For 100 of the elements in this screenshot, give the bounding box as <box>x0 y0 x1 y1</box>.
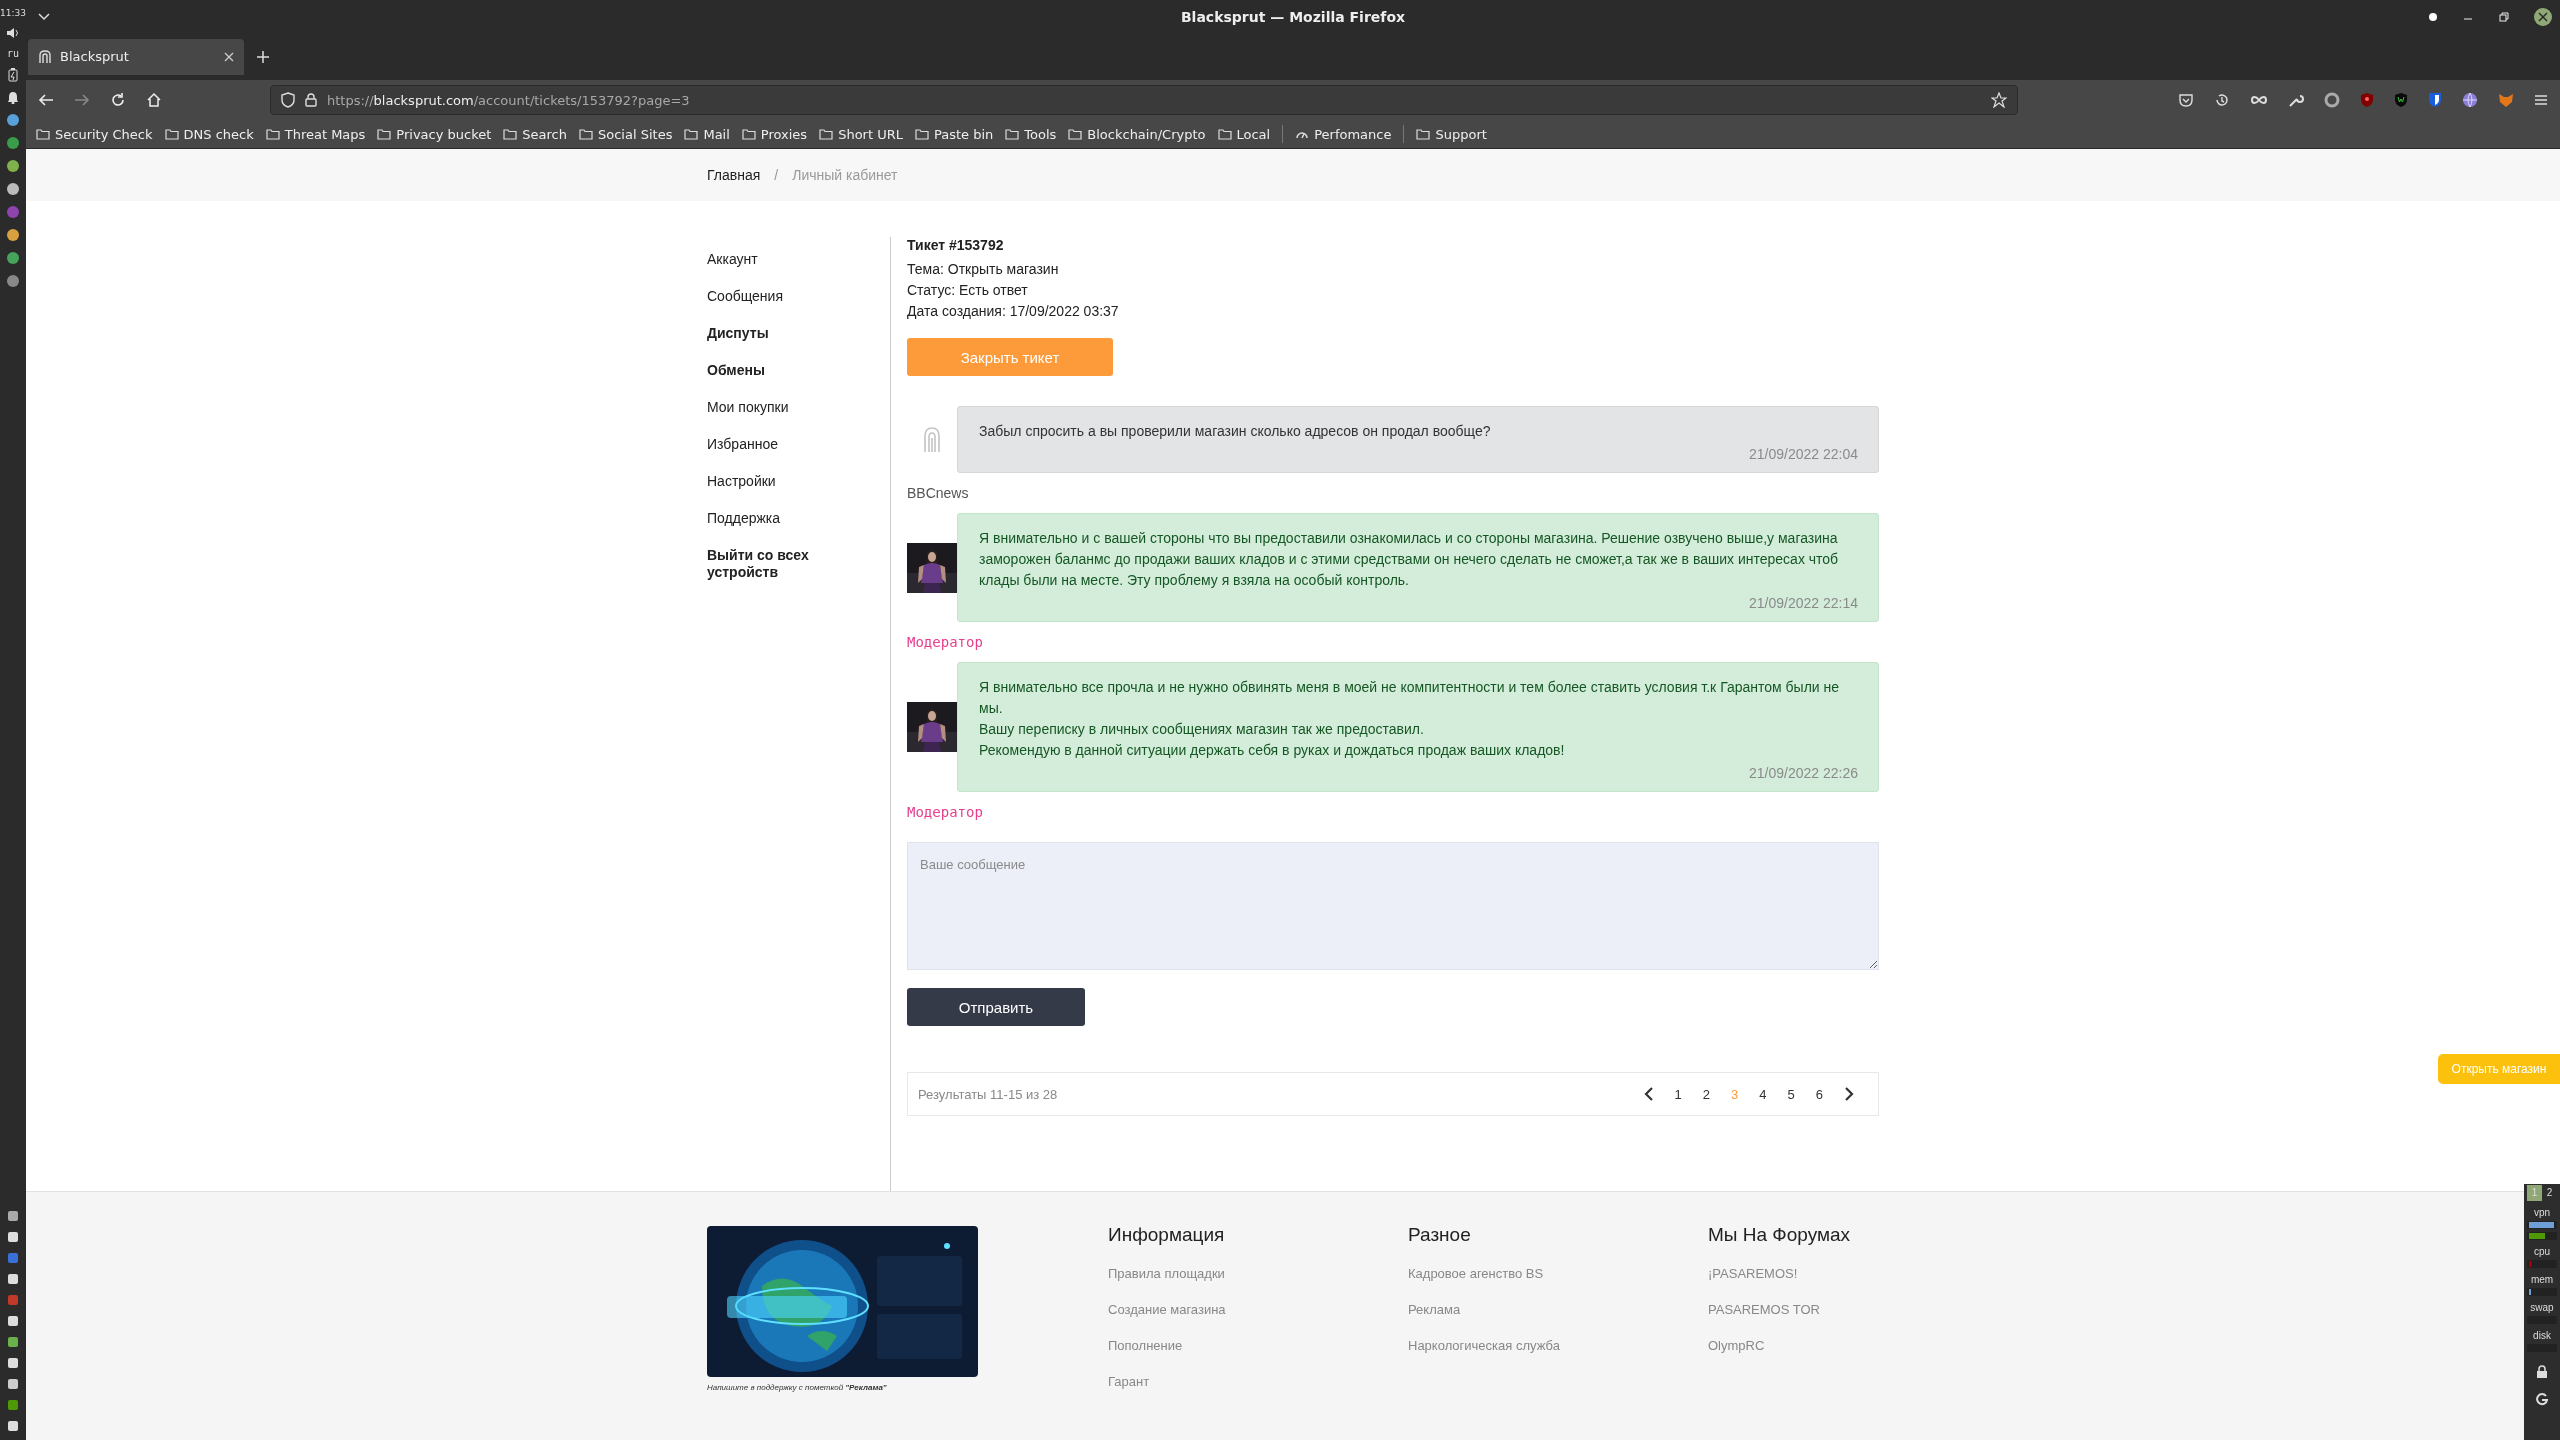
browser-tab[interactable]: Blacksprut <box>28 38 244 75</box>
close-icon[interactable] <box>2534 7 2552 26</box>
app-icon[interactable] <box>7 1210 19 1222</box>
app-icon[interactable] <box>7 1378 19 1390</box>
app-icon[interactable] <box>6 182 20 196</box>
folder-icon <box>684 128 699 140</box>
send-button[interactable]: Отправить <box>907 988 1085 1026</box>
meter-label: disk <box>2533 1330 2551 1341</box>
message-text: Я внимательно и с вашей стороны что вы предоставили ознакомилась и со стороны магазина. Решение озвучено выше,у магазина заморожен баланмс до продажи ваших кладов и с этими средствами он нечего сделать не сможет,а так же в ваших интересах чтоб клады были на месте. Эту проблему я взяла на особый контроль. <box>979 529 1840 590</box>
tab-title: Blacksprut <box>60 49 130 64</box>
sidebar-link[interactable]: Выйти со всех устройств <box>707 547 890 581</box>
sidebar-link[interactable]: Настройки <box>707 473 890 490</box>
back-arrow-icon[interactable] <box>38 93 54 107</box>
bookmark[interactable]: Blockchain/Crypto <box>1068 126 1206 142</box>
message-time: 21/09/2022 22:14 <box>1748 595 1858 611</box>
pocket-icon[interactable] <box>2178 92 2194 108</box>
page-link[interactable]: 1 <box>1674 1086 1682 1102</box>
banner-caption: Напишите в поддержку с пометкой "Реклама" <box>707 1383 888 1392</box>
message-input[interactable]: Ваше сообщение <box>907 842 1879 970</box>
app-icon[interactable] <box>6 159 20 173</box>
page-link[interactable]: 2 <box>1702 1086 1711 1102</box>
sidebar-link[interactable]: Поддержка <box>707 510 890 527</box>
bookmark[interactable]: Support <box>1416 126 1487 142</box>
bookmark[interactable]: Short URL <box>819 126 903 142</box>
page-link[interactable]: 4 <box>1759 1086 1767 1102</box>
folder-icon <box>503 128 518 140</box>
message-text: Я внимательно все прочла и не нужно обвинять меня в моей не компитентности и тем более ставить условия т.к Гарантом были не мы. Вашу переписку в личных сообщениях магазин так же предоставил. Рекомендую в данной ситуации держать себя в руках и дождаться продаж ваших кладов! <box>979 678 1841 760</box>
folder-icon <box>579 128 593 140</box>
chevron-down-icon[interactable] <box>38 12 50 21</box>
app-icon[interactable] <box>7 1357 19 1369</box>
star-icon[interactable] <box>1991 92 2007 108</box>
sidebar-link[interactable]: Диспуты <box>707 325 890 342</box>
breadcrumb-link[interactable]: Главная <box>707 167 761 183</box>
lock-icon[interactable] <box>2536 1365 2548 1379</box>
folder-icon <box>36 128 50 140</box>
speaker-icon[interactable] <box>6 27 20 39</box>
bell-icon <box>7 91 19 104</box>
meter-label: cpu <box>2533 1246 2551 1257</box>
folder-icon <box>1068 128 1083 140</box>
address-bar[interactable]: https://blacksprut.com/account/tickets/153792?page=3 <box>270 85 2018 115</box>
plus-icon[interactable] <box>256 49 270 64</box>
sidebar-link[interactable]: Мои покупки <box>707 399 890 416</box>
battery-icon <box>8 68 18 82</box>
app-icon[interactable] <box>7 1336 19 1348</box>
restore-icon[interactable] <box>2498 10 2510 23</box>
menu-icon[interactable] <box>2534 94 2548 106</box>
app-icon[interactable] <box>6 113 20 127</box>
infinity-icon[interactable] <box>2250 95 2268 105</box>
chevron-left-icon[interactable] <box>1643 1087 1654 1101</box>
sidebar-link[interactable]: Аккаунт <box>707 251 890 268</box>
forward-arrow-icon[interactable] <box>74 93 90 107</box>
app-icon[interactable] <box>7 1315 19 1327</box>
sidebar-link[interactable]: Сообщения <box>707 288 890 305</box>
app-icon[interactable] <box>7 1231 19 1243</box>
meter-label: vpn <box>2533 1207 2551 1218</box>
ticket-subject: Тема: Открыть магазин <box>907 260 1060 279</box>
shield-icon[interactable] <box>2394 92 2408 108</box>
bookmark[interactable]: Local <box>1217 126 1271 142</box>
ticket-title: Тикет #153792 <box>907 237 1005 253</box>
ring-icon[interactable] <box>2324 92 2340 108</box>
workspace-tab[interactable]: 2 <box>2542 1185 2557 1201</box>
history-icon[interactable] <box>2214 92 2230 108</box>
bookmark[interactable]: Search <box>503 126 567 142</box>
bookmark[interactable]: Threat Maps <box>265 126 366 142</box>
page-link[interactable]: 6 <box>1815 1086 1823 1102</box>
url-text: https://blacksprut.com/account/tickets/153792?page=3 <box>327 92 691 108</box>
bookmark[interactable]: Privacy bucket <box>377 126 492 142</box>
dot-icon[interactable] <box>2428 11 2438 22</box>
shield-icon <box>281 92 295 108</box>
shield-icon[interactable] <box>2428 92 2442 108</box>
sidebar-link[interactable]: Избранное <box>707 436 890 453</box>
app-icon[interactable] <box>7 1273 19 1285</box>
chevron-right-icon[interactable] <box>1844 1087 1854 1101</box>
bookmark[interactable]: Social Sites <box>579 126 673 142</box>
bookmark[interactable]: Tools <box>1005 126 1057 142</box>
bookmark[interactable]: Proxies <box>741 126 808 142</box>
sidebar-link[interactable]: Обмены <box>707 362 890 379</box>
lock-icon <box>305 93 317 107</box>
bookmark[interactable]: DNS check <box>164 126 254 142</box>
app-icon[interactable] <box>6 228 20 242</box>
folder-icon <box>1005 128 1020 140</box>
folder-icon <box>265 128 280 140</box>
reload-icon[interactable] <box>110 92 126 108</box>
folder-icon <box>1217 128 1232 140</box>
page-link[interactable]: 5 <box>1787 1086 1795 1102</box>
fox-icon[interactable] <box>2498 92 2514 108</box>
bookmark[interactable]: Mail <box>684 126 730 142</box>
bookmark[interactable]: Paste bin <box>914 126 994 142</box>
folder-icon <box>1416 128 1431 140</box>
bookmark[interactable]: Perfomance <box>1295 126 1392 142</box>
bookmark[interactable]: Security Check <box>36 126 153 142</box>
close-icon[interactable] <box>224 51 234 62</box>
app-icon[interactable] <box>6 251 20 265</box>
footer-heading: Разное <box>1408 1224 1472 1246</box>
breadcrumb-separator: / <box>774 167 779 183</box>
keyboard-layout[interactable]: ru <box>6 48 19 59</box>
author-name: Модератор <box>907 634 984 650</box>
globe-icon[interactable] <box>2462 92 2478 108</box>
home-icon[interactable] <box>146 92 162 108</box>
app-icon[interactable] <box>7 1420 19 1432</box>
